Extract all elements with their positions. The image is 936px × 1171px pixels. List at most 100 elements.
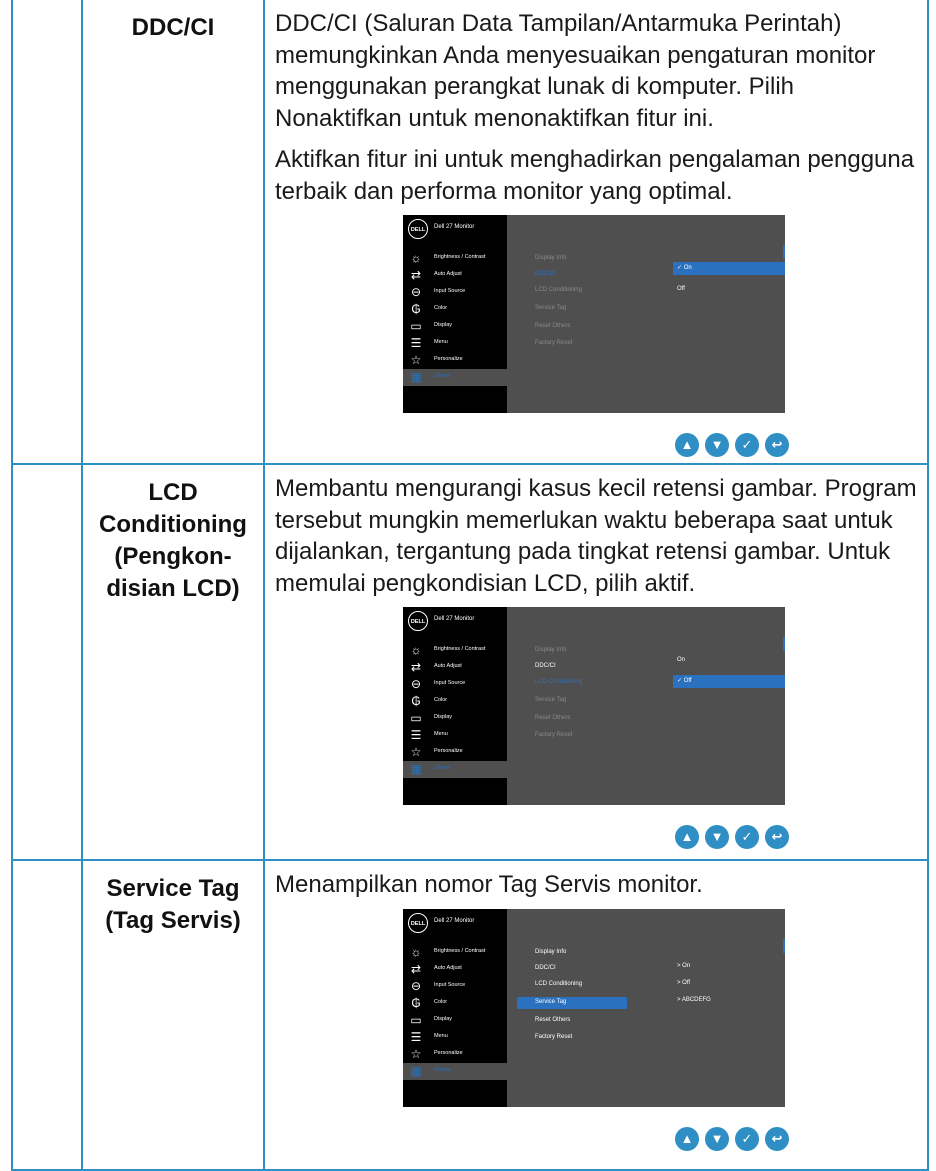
osd-screenshot: DELL Dell 27 Monitor ☼ Brightness / Contr… [403, 908, 785, 1107]
osd-menu-item: ▭ Display [410, 319, 453, 333]
osd-menu-item: ⇄ Auto Adjust [410, 961, 462, 976]
osd-menu-item: ₲ Color [403, 301, 507, 318]
osd-menu-item: ☰ Menu [410, 728, 448, 742]
up-button-icon: ▲ [675, 433, 699, 457]
table-row: DDC/CI DDC/CI (Saluran Data Tampilan/Ant… [11, 0, 929, 465]
osd-submenu-item: Display Info [535, 647, 567, 653]
osd-value: > Off [677, 979, 691, 986]
osd-submenu-item: Reset Others [535, 1016, 571, 1023]
down-button-icon: ▼ [705, 1126, 729, 1151]
osd-submenu-item: DDC/CI [535, 271, 556, 277]
osd-menu-item-active: ▦ Others [403, 761, 507, 778]
scroll-indicator [783, 245, 785, 259]
others-icon: ▦ [410, 762, 422, 776]
blank-cell [11, 463, 83, 861]
osd-option: Off [677, 286, 685, 292]
check-button-icon: ✓ [735, 433, 759, 457]
table-row: LCD Conditioning (Pengkon-disian LCD) Me… [11, 463, 929, 861]
blank-cell [11, 0, 83, 465]
osd-menu-item: ☆ Personalize [410, 1046, 463, 1061]
osd-buttons: ▲ ▼ ✓ ↩ [675, 1126, 919, 1157]
osd-menu-item: ☰ Menu [410, 336, 448, 350]
up-button-icon: ▲ [675, 825, 699, 849]
color-icon: ₲ [411, 694, 421, 708]
osd-submenu-item: Service Tag [535, 998, 567, 1005]
description-text: Membantu mengurangi kasus kecil retensi … [275, 475, 917, 597]
osd-submenu-item: DDC/CI [535, 663, 556, 669]
osd-menu-item: ₲ Color [403, 693, 507, 710]
osd-menu-item: ⊖ Input Source [410, 978, 466, 993]
others-icon: ▦ [410, 1063, 422, 1078]
osd-menu-item: ☼ Brightness / Contrast [410, 944, 486, 959]
dell-logo: DELL [408, 912, 428, 933]
osd-title: Dell 27 Monitor [434, 224, 475, 230]
input-source-icon: ⊖ [410, 285, 422, 299]
term-cell: DDC/CI [81, 0, 265, 465]
description-text: Aktifkan fitur ini untuk menghadirkan pe… [275, 146, 915, 205]
osd-menu-item-active: ▦ Others [403, 369, 507, 386]
back-button-icon: ↩ [765, 1126, 789, 1151]
up-button-icon: ▲ [675, 1126, 699, 1151]
auto-adjust-icon: ⇄ [410, 268, 422, 282]
osd-menu-item: ⇄ Auto Adjust [410, 660, 462, 674]
auto-adjust-icon: ⇄ [410, 660, 422, 674]
osd-screenshot: DELL Dell 27 Monitor ☼ Brightness / Contr… [403, 215, 785, 413]
dell-logo: DELL [408, 219, 428, 239]
osd-submenu-item: LCD Conditioning [535, 679, 583, 685]
osd-menu-item: ☼ Brightness / Contrast [410, 251, 486, 265]
description-cell: Membantu mengurangi kasus kecil retensi … [263, 463, 929, 861]
osd-menu-item: ⇄ Auto Adjust [410, 268, 462, 282]
osd-submenu-item: LCD Conditioning [535, 287, 583, 293]
term-label: LCD Conditioning (Pengkon-disian LCD) [99, 479, 247, 602]
star-icon: ☆ [410, 1046, 422, 1061]
osd-option: ✓ Off [673, 675, 785, 688]
term-cell: Service Tag (Tag Servis) [81, 859, 265, 1171]
dell-logo: DELL [408, 611, 428, 631]
menu-icon: ☰ [410, 728, 422, 742]
osd-option: ✓ On [673, 262, 785, 275]
description-cell: DDC/CI (Saluran Data Tampilan/Antarmuka … [263, 0, 929, 465]
blank-cell [11, 859, 83, 1171]
display-icon: ▭ [410, 711, 422, 725]
osd-menu-item: ☆ Personalize [410, 745, 463, 759]
feature-table: DDC/CI DDC/CI (Saluran Data Tampilan/Ant… [11, 0, 929, 1171]
down-button-icon: ▼ [705, 825, 729, 849]
term-cell: LCD Conditioning (Pengkon-disian LCD) [81, 463, 265, 861]
term-label: Service Tag (Tag Servis) [105, 875, 241, 934]
display-icon: ▭ [410, 1012, 422, 1027]
osd-buttons: ▲ ▼ ✓ ↩ [675, 825, 919, 855]
brightness-icon: ☼ [410, 251, 422, 265]
description-text: Menampilkan nomor Tag Servis monitor. [275, 871, 703, 898]
osd-submenu-item: LCD Conditioning [535, 980, 583, 987]
osd-menu-item-active: ▦ Others [403, 1062, 507, 1080]
osd-header: DELL Dell 27 Monitor [403, 909, 785, 933]
osd-menu-item: ☰ Menu [410, 1029, 448, 1044]
osd-menu-item: ⊖ Input Source [410, 677, 466, 691]
osd-option: On [677, 657, 686, 663]
menu-icon: ☰ [410, 336, 422, 350]
osd-submenu-item: Display Info [535, 255, 567, 261]
check-button-icon: ✓ [735, 1126, 759, 1151]
down-button-icon: ▼ [705, 433, 729, 457]
osd-submenu-item: Reset Others [535, 323, 571, 329]
display-icon: ▭ [410, 319, 422, 333]
osd-menu-item: ▭ Display [410, 711, 453, 725]
osd-buttons: ▲ ▼ ✓ ↩ [675, 433, 919, 463]
osd-screenshot: DELL Dell 27 Monitor ☼ Brightness / Contr… [403, 607, 785, 805]
osd-menu-item: ₲ Color [403, 995, 507, 1012]
osd-submenu-item: Service Tag [535, 305, 567, 311]
osd-submenu-item: Factory Reset [535, 1033, 573, 1040]
brightness-icon: ☼ [410, 643, 422, 657]
osd-value: > On [677, 962, 691, 969]
osd-header: DELL Dell 27 Monitor [403, 215, 785, 239]
scroll-indicator [783, 938, 785, 953]
osd-submenu-item: Factory Reset [535, 732, 573, 738]
description-cell: Menampilkan nomor Tag Servis monitor. DE… [263, 859, 929, 1171]
osd-menu-item: ▭ Display [410, 1012, 453, 1027]
input-source-icon: ⊖ [410, 978, 422, 993]
term-label: DDC/CI [131, 14, 215, 41]
menu-icon: ☰ [410, 1029, 422, 1044]
osd-submenu-item: Display Info [535, 948, 567, 955]
star-icon: ☆ [410, 353, 422, 367]
others-icon: ▦ [410, 370, 422, 384]
